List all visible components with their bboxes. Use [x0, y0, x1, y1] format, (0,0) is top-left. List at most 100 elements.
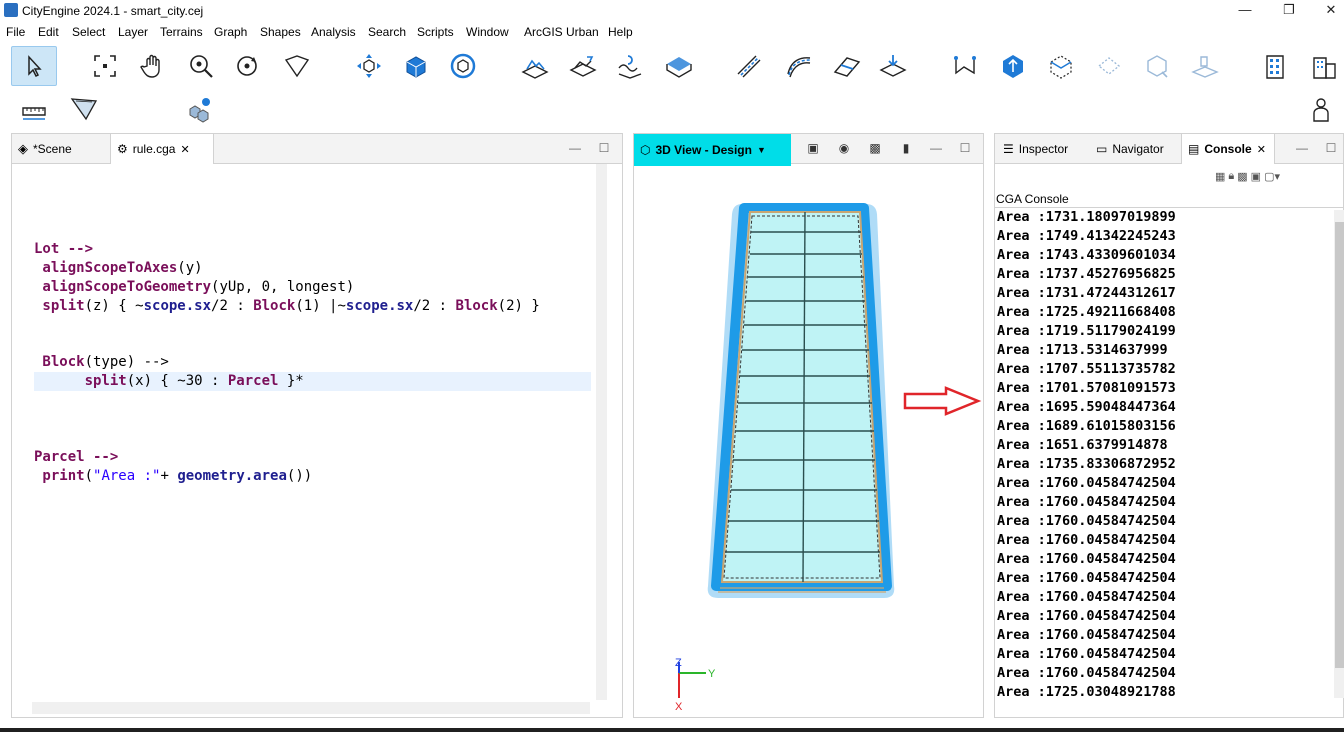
console-line: Area :1719.51179024199 [997, 323, 1176, 339]
editor-horizontal-scrollbar[interactable] [32, 702, 590, 714]
select-icon[interactable] [11, 46, 57, 86]
subdivide-icon[interactable] [1092, 49, 1126, 83]
menu-file[interactable]: File [6, 25, 25, 39]
folder-icon: ▭ [1096, 142, 1108, 156]
console-heading: CGA Console [996, 192, 1069, 206]
display-console-icon[interactable]: ▣ [1251, 170, 1261, 186]
code-line[interactable]: print("Area :"+ geometry.area()) [34, 467, 312, 486]
menu-graph[interactable]: Graph [214, 25, 247, 39]
viewport-canvas[interactable]: Z Y X [634, 166, 983, 717]
building-group-icon[interactable] [1306, 49, 1342, 83]
console-vertical-scrollbar[interactable] [1334, 210, 1344, 698]
zoom-icon[interactable] [184, 49, 218, 83]
code-token: "Area :" [93, 468, 161, 484]
layers-toggle-icon[interactable]: ▣ [806, 141, 820, 155]
bookmark-icon[interactable]: ▮ [899, 141, 913, 155]
pin-console-icon[interactable]: ▩ [1237, 170, 1247, 186]
close-icon[interactable]: ✕ [180, 143, 189, 156]
console-output[interactable]: Area :1731.18097019899 Area :1749.4134224… [995, 208, 1332, 698]
code-line[interactable]: alignScopeToAxes(y) [34, 259, 202, 278]
maximize-panel-icon[interactable]: ☐ [1324, 141, 1338, 155]
menu-terrains[interactable]: Terrains [160, 25, 203, 39]
reshape-terrain-icon[interactable] [613, 49, 647, 83]
cluster-icon[interactable] [183, 92, 217, 126]
orbit-icon[interactable] [230, 49, 264, 83]
scale-icon[interactable] [399, 49, 433, 83]
minimize-panel-icon[interactable]: — [929, 141, 943, 155]
menu-scripts[interactable]: Scripts [417, 25, 454, 39]
code-line[interactable]: Lot --> [34, 240, 93, 259]
code-line[interactable]: split(z) { ~scope.sx/2 : Block(1) |~scop… [34, 297, 539, 316]
viewport-menu-icon[interactable]: ▼ [757, 145, 766, 155]
maximize-panel-icon[interactable]: ☐ [958, 141, 972, 155]
close-icon[interactable]: ✕ [1257, 143, 1266, 156]
code-token: split [34, 373, 127, 389]
tab-rule-cga[interactable]: ⚙ rule.cga ✕ [110, 134, 214, 164]
clear-console-icon[interactable]: ▦ [1215, 170, 1225, 186]
editor-vertical-scrollbar[interactable] [596, 164, 607, 700]
terrain-edit-icon[interactable] [1188, 49, 1222, 83]
tab-navigator[interactable]: ▭ Navigator [1090, 134, 1180, 164]
tab-scene[interactable]: ◈ *Scene [12, 134, 110, 164]
menu-help[interactable]: Help [608, 25, 633, 39]
eye-icon[interactable]: ◉ [837, 141, 851, 155]
street-grid-icon[interactable] [830, 49, 864, 83]
menu-layer[interactable]: Layer [118, 25, 148, 39]
code-token: alignScopeToAxes [34, 260, 178, 276]
menu-edit[interactable]: Edit [38, 25, 59, 39]
minimize-panel-icon[interactable]: — [568, 141, 582, 155]
measure-icon[interactable] [17, 94, 51, 128]
move-icon[interactable] [352, 49, 386, 83]
console-toolbar: ▦ 🔒︎ ▩ ▣ ▢▾ [1215, 170, 1280, 186]
console-line: Area :1760.04584742504 [997, 665, 1176, 681]
mass-icon[interactable] [1140, 49, 1174, 83]
menu-select[interactable]: Select [72, 25, 105, 39]
minimize-button[interactable]: — [1230, 2, 1260, 20]
code-line[interactable]: Block(type) --> [34, 353, 168, 372]
extrude-icon[interactable] [996, 49, 1030, 83]
camera-icon[interactable]: ▩ [868, 141, 882, 155]
maximize-button[interactable]: ❐ [1274, 2, 1304, 20]
console-line: Area :1743.43309601034 [997, 247, 1176, 263]
code-line[interactable]: Parcel --> [34, 448, 118, 467]
rotate-icon[interactable] [446, 49, 480, 83]
pan-icon[interactable] [136, 49, 170, 83]
align-street-icon[interactable] [876, 49, 910, 83]
console-line: Area :1725.03048921788 [997, 684, 1176, 698]
cube-icon: ⬡ [640, 143, 651, 157]
menu-arcgis-urban[interactable]: ArcGIS Urban [524, 25, 599, 39]
building-icon[interactable] [1258, 49, 1292, 83]
code-line[interactable]: split(x) { ~30 : Parcel }* [34, 372, 304, 391]
tab-3d-view[interactable]: ⬡ 3D View - Design ▼ [634, 134, 791, 166]
menu-window[interactable]: Window [466, 25, 509, 39]
street-icon[interactable] [732, 49, 766, 83]
shape-terrain-icon[interactable] [662, 49, 696, 83]
code-line[interactable]: alignScopeToGeometry(yUp, 0, longest) [34, 278, 354, 297]
user-icon[interactable] [1304, 92, 1338, 126]
menu-search[interactable]: Search [368, 25, 406, 39]
close-button[interactable]: ✕ [1316, 2, 1344, 20]
terrain-icon[interactable] [518, 49, 552, 83]
curved-street-icon[interactable] [782, 49, 816, 83]
tab-console[interactable]: ▤ Console ✕ [1181, 134, 1275, 164]
scroll-lock-icon[interactable]: 🔒︎ [1228, 170, 1234, 186]
lasso-icon[interactable] [280, 49, 314, 83]
open-console-icon[interactable]: ▢▾ [1264, 170, 1280, 186]
maximize-panel-icon[interactable]: ☐ [597, 141, 611, 155]
menu-bar: File Edit Select Layer Terrains Graph Sh… [0, 22, 1344, 42]
code-token: /2 : [413, 298, 456, 314]
menu-analysis[interactable]: Analysis [311, 25, 356, 39]
polygon-icon[interactable] [948, 49, 982, 83]
minimize-panel-icon[interactable]: — [1295, 141, 1309, 155]
code-token: + [160, 468, 178, 484]
axis-gizmo: Z Y X [675, 657, 716, 713]
tab-inspector[interactable]: ☰ Inspector [997, 134, 1087, 164]
code-token: split [34, 298, 85, 314]
code-token: ()) [286, 468, 313, 484]
menu-shapes[interactable]: Shapes [260, 25, 301, 39]
frame-select-icon[interactable] [88, 49, 122, 83]
align-terrain-icon[interactable] [566, 49, 600, 83]
viewport-icon[interactable] [64, 92, 104, 126]
edit-shape-icon[interactable] [1044, 49, 1078, 83]
block-model[interactable] [707, 203, 895, 598]
